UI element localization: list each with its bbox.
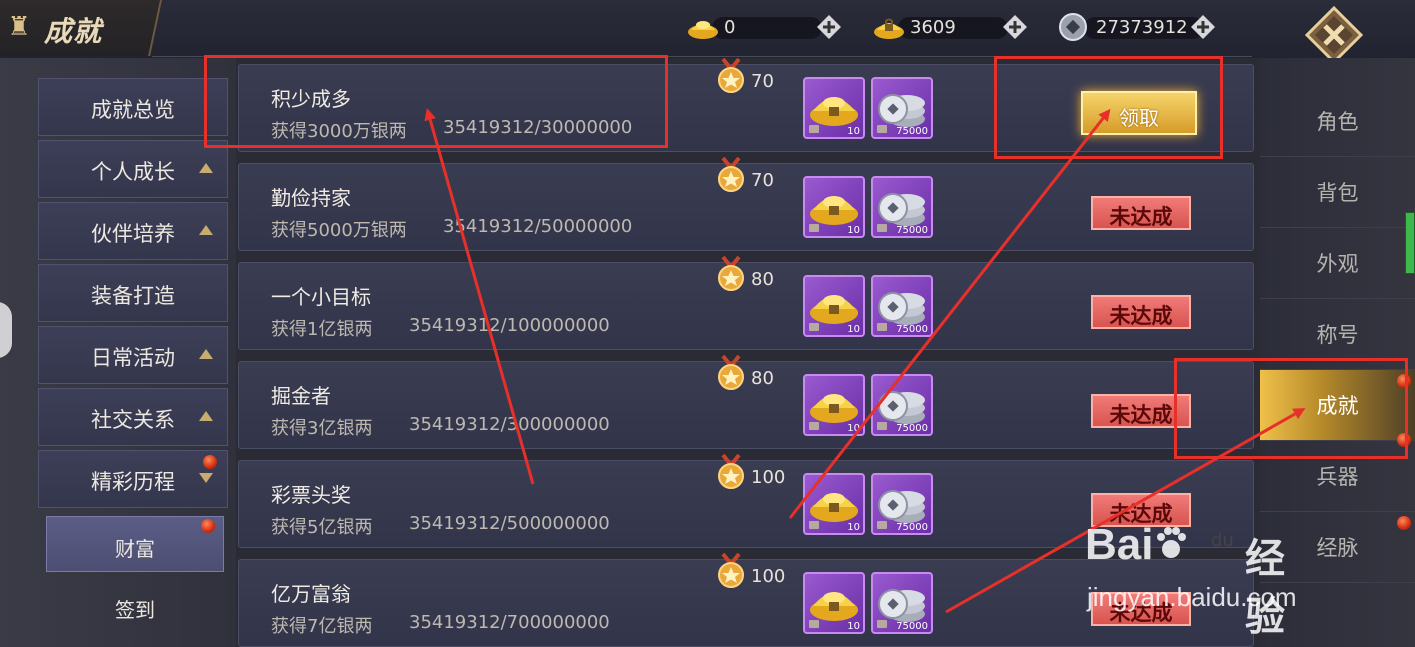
annotation-arrows (424, 108, 1306, 614)
watermark-logo-text: Bai (1085, 520, 1154, 569)
arrow-to-claim (788, 108, 1111, 519)
arrow-to-achievement (424, 108, 535, 485)
watermark-paw-text: du (1211, 530, 1234, 551)
paw-icon (1157, 527, 1187, 558)
watermark-url: jingyan.baidu.com (1087, 582, 1297, 612)
baidu-watermark: Bai du 经验 jingyan.baidu.com (1085, 520, 1297, 640)
